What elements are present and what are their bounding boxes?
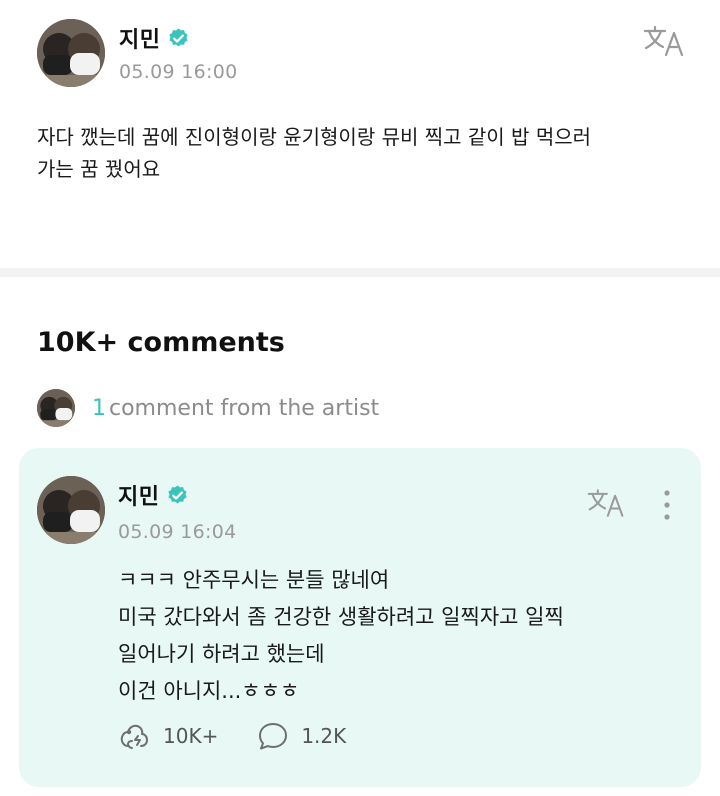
like-count: 10K+ (163, 724, 219, 748)
artist-mini-avatar (37, 389, 75, 427)
comment-bubble-icon (259, 723, 288, 750)
comment-timestamp: 05.09 16:04 (118, 521, 237, 543)
reply-count: 1.2K (301, 724, 347, 748)
artist-comment-text: comment from the artist (109, 395, 380, 421)
translate-icon[interactable] (642, 23, 686, 59)
avatar-photo (37, 476, 105, 544)
more-vertical-icon[interactable] (659, 488, 675, 522)
artist-comment-count: 1 (92, 395, 106, 421)
author-avatar[interactable] (37, 19, 105, 87)
reply-button[interactable]: 1.2K (256, 720, 346, 752)
comment-author-name[interactable]: 지민 (118, 479, 159, 511)
artist-comment-filter[interactable]: 1 comment from the artist (37, 389, 379, 427)
comments-count-title: 10K+ comments (37, 327, 285, 358)
comment-actions: 10K+ 1.2K (118, 720, 384, 752)
verified-badge-icon (167, 27, 190, 50)
author-name[interactable]: 지민 (119, 22, 160, 54)
comment-author-name-row: 지민 (118, 479, 189, 511)
like-reaction-icon (120, 724, 148, 749)
section-divider (0, 268, 720, 277)
comment-body-line: 미국 갔다와서 좀 건강한 생활하려고 일찍자고 일찍 (118, 605, 564, 629)
post: 지민 05.09 16:00 자다 깼는데 꿈에 진이형이랑 윤기형이랑 뮤비 … (0, 0, 720, 268)
comment-body-line: 일어나기 하려고 했는데 (118, 642, 325, 666)
verified-badge-icon (166, 484, 189, 507)
comment-body-line: ㅋㅋㅋ 안주무시는 분들 많네여 (118, 568, 390, 592)
translate-icon[interactable] (586, 486, 626, 520)
artist-comment-label: 1 comment from the artist (92, 396, 379, 421)
like-button[interactable]: 10K+ (118, 720, 218, 752)
post-body: 자다 깼는데 꿈에 진이형이랑 윤기형이랑 뮤비 찍고 같이 밥 먹으러 가는 … (37, 121, 697, 185)
comment-author-avatar[interactable] (37, 476, 105, 544)
post-body-line: 가는 꿈 꿨어요 (37, 157, 161, 181)
post-body-line: 자다 깼는데 꿈에 진이형이랑 윤기형이랑 뮤비 찍고 같이 밥 먹으러 (37, 125, 592, 149)
post-timestamp: 05.09 16:00 (119, 61, 238, 83)
author-name-row: 지민 (119, 22, 190, 54)
comment-body-line: 이건 아니지...ㅎㅎㅎ (118, 679, 300, 703)
avatar-photo (37, 19, 105, 87)
comment-body: ㅋㅋㅋ 안주무시는 분들 많네여 미국 갔다와서 좀 건강한 생활하려고 일찍자… (118, 562, 693, 710)
artist-comment-card: 지민 05.09 16:04 ㅋㅋㅋ 안주무시는 분들 많네여 미국 갔다와서 … (19, 448, 701, 787)
